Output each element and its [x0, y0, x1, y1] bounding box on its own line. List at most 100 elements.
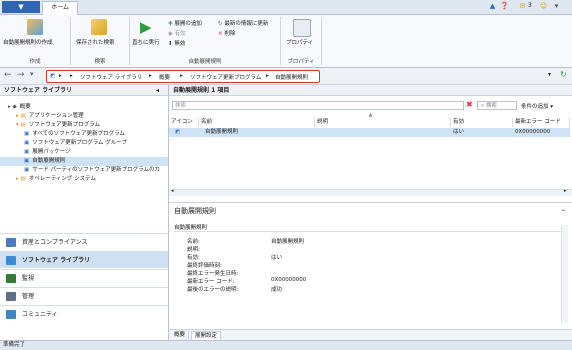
- properties-button[interactable]: [293, 19, 311, 37]
- refresh-nav-icon[interactable]: ↻: [560, 70, 567, 79]
- breadcrumb-overview[interactable]: 概要: [159, 73, 170, 81]
- column-header-error-code[interactable]: 最新エラー コード: [513, 118, 570, 127]
- saved-search-label[interactable]: 保存された検索: [76, 38, 115, 46]
- tree-item[interactable]: ▸ ▤ オペレーティング システム: [0, 175, 168, 184]
- workspace-button[interactable]: ソフトウェア ライブラリ: [0, 251, 168, 268]
- breadcrumb-software-library[interactable]: ソフトウェア ライブラリ: [80, 73, 142, 81]
- details-pane: 自動展開規則 ⌄ 自動展開規則 名前: 自動展開規則 説明: 有効: はい 最終評価時刻:…: [169, 202, 572, 331]
- column-header-description[interactable]: 説明: [315, 118, 451, 127]
- disable-label: 無効: [174, 41, 186, 47]
- back-arrow-icon[interactable]: ←: [4, 70, 12, 80]
- navigation-bar: ← → ▾ ◩ ▸ ▸ ソフトウェア ライブラリ ▸ 概要 ▸ ソフトウェア更新…: [0, 68, 572, 85]
- address-dropdown-icon[interactable]: ▾: [548, 71, 551, 78]
- column-header-icon[interactable]: アイコン: [169, 118, 199, 127]
- node-icon: ▣: [24, 131, 30, 137]
- refresh-icon: ↻: [218, 21, 223, 27]
- breadcrumb: ◩ ▸ ▸ ソフトウェア ライブラリ ▸ 概要 ▸ ソフトウェア更新プログラム …: [46, 70, 320, 83]
- help-icon[interactable]: ❓: [500, 2, 509, 11]
- search-button[interactable]: ⌕ 検索: [477, 101, 517, 110]
- details-scrollbar[interactable]: [561, 225, 568, 323]
- tree-item[interactable]: ▸ ◆ 概要: [0, 103, 168, 112]
- run-now-icon[interactable]: ▶: [140, 19, 152, 35]
- workspace-button[interactable]: 監視: [0, 269, 168, 286]
- tree-item[interactable]: ▣ 展開パッケージ: [0, 148, 168, 157]
- breadcrumb-separator[interactable]: ▸: [180, 73, 183, 79]
- run-now-button[interactable]: 直ちに実行: [132, 38, 160, 46]
- tree-item[interactable]: ▣ すべてのソフトウェア更新プログラム: [0, 130, 168, 139]
- saved-search-button[interactable]: [91, 19, 107, 35]
- clear-search-icon[interactable]: ✖: [466, 100, 473, 109]
- delete-button[interactable]: ✕ 削除: [218, 29, 235, 37]
- breadcrumb-separator[interactable]: ▸: [266, 73, 269, 79]
- node-icon: ▣: [24, 158, 30, 164]
- tree-item-label: 展開パッケージ: [32, 149, 71, 155]
- table-row[interactable]: ◩ 自動展開規則 はい 0X00000000: [169, 128, 570, 137]
- expand-arrow-icon[interactable]: ▸ ▤: [16, 176, 26, 182]
- column-header-enabled[interactable]: 有効: [451, 118, 513, 127]
- search-input[interactable]: 検索: [172, 101, 464, 110]
- add-deployment-label: 展開の追加: [174, 21, 202, 27]
- scroll-right-icon[interactable]: ▸: [564, 188, 567, 194]
- add-criteria-button[interactable]: 条件の追加 ▾: [521, 102, 553, 110]
- app-menu-button[interactable]: ▼: [2, 1, 40, 13]
- properties-label[interactable]: プロパティ: [286, 38, 313, 46]
- tree-item[interactable]: ▾ ▤ ソフトウェア更新プログラム: [0, 121, 168, 130]
- workspace-icon: [6, 310, 16, 319]
- enable-button[interactable]: ◉ 有効: [168, 29, 186, 37]
- breadcrumb-root-separator[interactable]: ▸: [59, 73, 62, 79]
- navigation-tree: ▸ ◆ 概要 ▸ ▤ アプリケーション管理 ▾ ▤ ソフトウェア更新プログラム ▣ すべてのソ…: [0, 103, 168, 184]
- node-icon: ▣: [24, 149, 30, 155]
- collapse-pane-icon[interactable]: ◂: [156, 87, 159, 94]
- ribbon-tab-row: ▼ ホーム ▲ ❓ ✉ 3 ☺ ▾: [0, 0, 572, 15]
- breadcrumb-separator[interactable]: ▸: [70, 73, 73, 79]
- expand-arrow-icon[interactable]: ▸ ▤: [16, 113, 26, 119]
- breadcrumb-adr[interactable]: 自動展開規則: [275, 73, 308, 81]
- root-icon[interactable]: ◩: [50, 73, 55, 79]
- tree-item-label: オペレーティング システム: [28, 176, 96, 182]
- detail-field-value: 自動展開規則: [271, 239, 305, 245]
- workspace-button[interactable]: コミュニティ: [0, 305, 168, 322]
- group-label-rule: 自動展開規則: [188, 59, 222, 65]
- tree-item[interactable]: ▸ ▤ アプリケーション管理: [0, 112, 168, 121]
- create-rule-button[interactable]: [27, 19, 43, 35]
- status-bar: 準備完了: [0, 340, 572, 350]
- expand-arrow-icon[interactable]: ▾ ▤: [16, 122, 26, 128]
- tree-item-label: 概要: [19, 104, 31, 110]
- workspace-label: 管理: [22, 293, 35, 300]
- expand-arrow-icon[interactable]: ▸ ◆: [8, 104, 17, 110]
- add-icon: ✚: [168, 21, 173, 27]
- add-deployment-button[interactable]: ✚ 展開の追加: [168, 19, 202, 27]
- detail-field-value: 0X00000000: [271, 277, 307, 283]
- detail-field-label: 説明:: [187, 247, 200, 253]
- feedback-smiley-icon[interactable]: ☺: [539, 2, 548, 11]
- create-rule-label[interactable]: 自動展開規則の作成: [3, 38, 53, 46]
- tree-item-label: 自動展開規則: [32, 158, 66, 164]
- tab-home[interactable]: ホーム: [42, 1, 78, 15]
- workspace-button[interactable]: 管理: [0, 287, 168, 304]
- tree-item[interactable]: ▣ ソフトウェア更新プログラム グループ: [0, 139, 168, 148]
- disable-button[interactable]: ⬇ 無効: [168, 39, 185, 47]
- detail-field-value: はい: [271, 255, 283, 261]
- navigation-pane-title: ソフトウェア ライブラリ: [0, 85, 168, 96]
- forward-arrow-icon[interactable]: →: [17, 70, 25, 80]
- rule-icon: ◩: [175, 129, 181, 135]
- breadcrumb-software-updates[interactable]: ソフトウェア更新プログラム: [190, 73, 261, 81]
- node-icon: ▣: [24, 140, 30, 146]
- workspace-button[interactable]: 資産とコンプライアンス: [0, 233, 168, 250]
- collapse-details-icon[interactable]: ⌄: [561, 206, 566, 213]
- notification-icon[interactable]: ✉: [518, 2, 527, 11]
- tree-item[interactable]: ▣ 自動展開規則: [0, 157, 168, 166]
- scroll-left-icon[interactable]: ◂: [171, 188, 174, 194]
- horizontal-scrollbar[interactable]: [169, 189, 572, 196]
- tab-summary[interactable]: 概要: [171, 331, 190, 339]
- history-dropdown-icon[interactable]: ▾: [30, 70, 34, 78]
- delete-label: 削除: [224, 31, 236, 37]
- detail-field-label: 有効:: [187, 255, 200, 261]
- tree-item[interactable]: ▣ サード パーティのソフトウェア更新プログラムのカ: [0, 166, 168, 175]
- breadcrumb-separator[interactable]: ▸: [149, 73, 152, 79]
- refresh-button[interactable]: ↻ 最新の情報に更新: [218, 19, 268, 27]
- column-header-name[interactable]: 名前: [199, 118, 315, 127]
- up-arrow-icon[interactable]: ▲: [488, 2, 497, 11]
- detail-field-label: 名前:: [187, 239, 200, 245]
- dropdown-arrow-icon[interactable]: ▾: [552, 2, 561, 11]
